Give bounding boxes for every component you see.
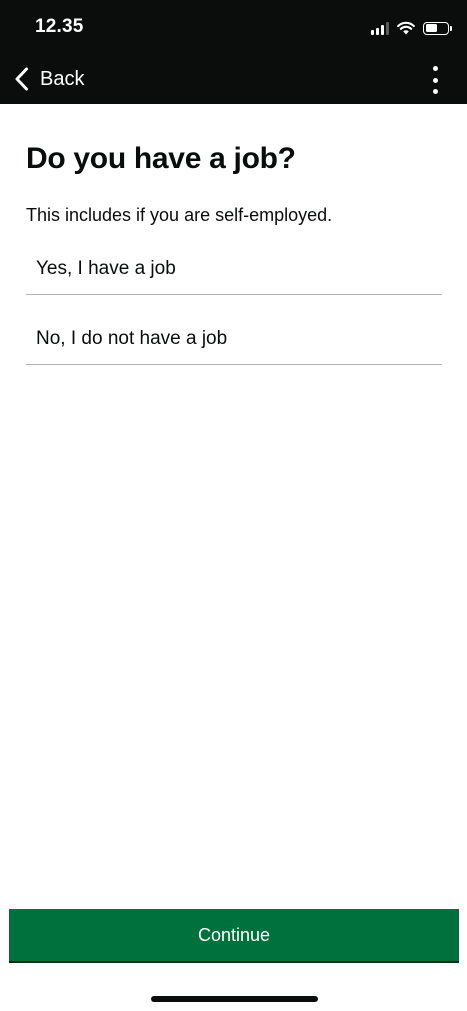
top-bar: 12.35 Back xyxy=(0,0,467,104)
cellular-signal-icon xyxy=(371,21,389,35)
back-button[interactable]: Back xyxy=(14,62,84,96)
option-no-job[interactable]: No, I do not have a job xyxy=(26,320,442,365)
continue-button[interactable]: Continue xyxy=(9,909,459,961)
screen: 12.35 Back Do you have a job? This inclu… xyxy=(0,0,467,1011)
option-yes-have-job[interactable]: Yes, I have a job xyxy=(26,250,442,295)
wifi-icon xyxy=(397,21,415,35)
status-icons xyxy=(371,18,452,38)
hint-text: This includes if you are self-employed. xyxy=(26,205,333,225)
answer-options: Yes, I have a job No, I do not have a jo… xyxy=(26,250,442,365)
status-time: 12.35 xyxy=(35,16,84,37)
vertical-ellipsis-icon xyxy=(432,66,438,71)
home-indicator xyxy=(151,996,318,1002)
chevron-left-icon xyxy=(15,67,28,91)
page-title: Do you have a job? xyxy=(26,142,296,175)
back-label: Back xyxy=(40,67,85,90)
main-content: Do you have a job? This includes if you … xyxy=(26,140,442,365)
battery-icon xyxy=(423,21,452,35)
more-options-button[interactable] xyxy=(425,66,445,94)
